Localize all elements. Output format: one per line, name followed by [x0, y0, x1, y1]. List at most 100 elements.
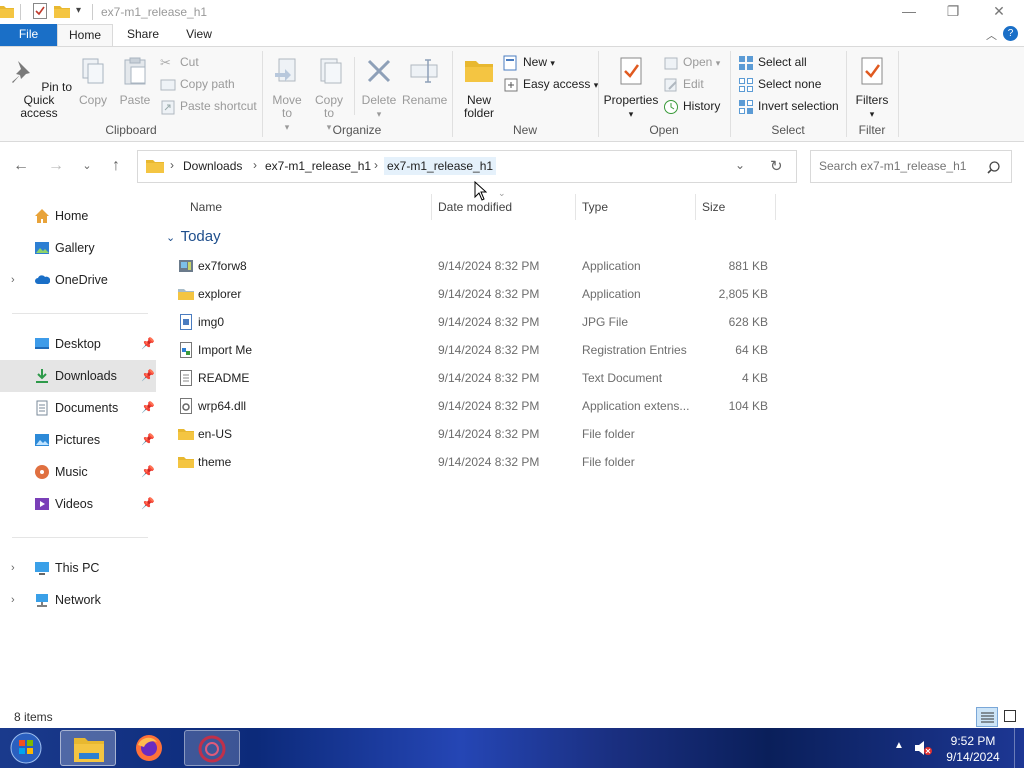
forward-button[interactable]: → [44, 156, 68, 176]
cut-button[interactable]: ✂ Cut [160, 53, 199, 73]
select-all-button[interactable]: Select all [738, 53, 807, 73]
address-bar[interactable]: › Downloads › ex7-m1_release_h1 › ex7-m1… [137, 150, 797, 183]
file-row[interactable]: explorer 9/14/2024 8:32 PM Application 2… [176, 280, 776, 308]
edit-button[interactable]: Edit [663, 75, 704, 95]
pin-icon[interactable]: 📌 [141, 328, 155, 360]
pin-icon[interactable]: 📌 [141, 488, 155, 520]
taskbar-file-explorer[interactable] [60, 730, 116, 766]
refresh-icon[interactable]: ↻ [770, 157, 783, 175]
nav-item-gallery[interactable]: Gallery [0, 232, 156, 264]
search-input[interactable] [819, 159, 979, 173]
delete-button[interactable]: Delete ▾ [360, 55, 398, 121]
collapse-ribbon-icon[interactable]: ︿ [986, 27, 997, 43]
nav-item-downloads[interactable]: Downloads 📌 [0, 360, 156, 392]
breadcrumb-current[interactable]: ex7-m1_release_h1 [384, 157, 497, 175]
expand-chevron-icon[interactable]: › [11, 552, 15, 584]
invert-selection-icon [739, 100, 753, 114]
maximize-button[interactable]: ❐ [930, 0, 976, 24]
file-name: img0 [198, 315, 225, 329]
paste-shortcut-button[interactable]: Paste shortcut [160, 97, 257, 117]
help-icon[interactable]: ? [1003, 26, 1018, 41]
text-file-icon [180, 370, 192, 386]
file-row[interactable]: README 9/14/2024 8:32 PM Text Document 4… [176, 364, 776, 392]
new-folder-button[interactable]: New folder [458, 55, 500, 120]
nav-item-onedrive[interactable]: › OneDrive [0, 264, 156, 296]
details-view-button[interactable] [976, 707, 998, 727]
column-separator[interactable] [695, 194, 696, 220]
properties-button[interactable]: Properties ▾ [602, 55, 660, 121]
open-button[interactable]: Open ▾ [663, 53, 720, 73]
copy-path-button[interactable]: Copy path [160, 75, 235, 95]
file-row[interactable]: img0 9/14/2024 8:32 PM JPG File 628 KB [176, 308, 776, 336]
file-row[interactable]: Import Me 9/14/2024 8:32 PM Registration… [176, 336, 776, 364]
breadcrumb-item[interactable]: Downloads [183, 159, 242, 173]
recent-locations-button[interactable]: ⌄ [75, 156, 99, 176]
nav-item-documents[interactable]: Documents 📌 [0, 392, 156, 424]
nav-divider [12, 313, 148, 314]
column-separator[interactable] [431, 194, 432, 220]
search-box[interactable] [810, 150, 1012, 183]
expand-chevron-icon[interactable]: › [11, 264, 15, 296]
column-header-name[interactable]: Name [190, 200, 222, 214]
nav-item-videos[interactable]: Videos 📌 [0, 488, 156, 520]
edit-label: Edit [683, 77, 704, 91]
tab-home[interactable]: Home [57, 24, 113, 47]
rename-button[interactable]: Rename [402, 55, 447, 107]
group-collapse-chevron-icon[interactable]: ⌄ [166, 232, 175, 244]
breadcrumb-item[interactable]: ex7-m1_release_h1 [265, 159, 371, 173]
file-row[interactable]: ex7forw8 9/14/2024 8:32 PM Application 8… [176, 252, 776, 280]
speaker-muted-icon[interactable] [914, 740, 932, 756]
qat-dropdown-icon[interactable]: ▾ [76, 5, 81, 16]
breadcrumb-chevron-icon[interactable]: › [253, 158, 257, 172]
taskbar-firefox[interactable] [122, 730, 178, 766]
column-separator[interactable] [575, 194, 576, 220]
large-icons-view-button[interactable] [1000, 707, 1020, 727]
nav-item-desktop[interactable]: Desktop 📌 [0, 328, 156, 360]
address-history-dropdown-icon[interactable]: ⌄ [735, 158, 745, 172]
nav-item-pictures[interactable]: Pictures 📌 [0, 424, 156, 456]
nav-item-this-pc[interactable]: › This PC [0, 552, 156, 584]
column-header-size[interactable]: Size [702, 200, 725, 214]
close-button[interactable]: ✕ [976, 0, 1022, 24]
copy-button[interactable]: Copy [76, 55, 110, 107]
up-button[interactable]: ↑ [104, 156, 128, 176]
breadcrumb-chevron-icon[interactable]: › [374, 158, 378, 172]
tab-view[interactable]: View [174, 24, 224, 46]
nav-item-network[interactable]: › Network [0, 584, 156, 616]
back-button[interactable]: ← [9, 156, 33, 176]
file-row[interactable]: wrp64.dll 9/14/2024 8:32 PM Application … [176, 392, 776, 420]
breadcrumb-chevron-icon[interactable]: › [170, 158, 174, 172]
pin-icon[interactable]: 📌 [141, 456, 155, 488]
tab-file[interactable]: File [0, 24, 57, 46]
new-item-button[interactable]: New ▾ [503, 53, 555, 73]
tab-share[interactable]: Share [118, 24, 168, 46]
new-folder-qat-icon[interactable] [54, 4, 70, 18]
pin-to-quick-access-button[interactable]: Pin to Quick access [4, 55, 74, 120]
group-header-today[interactable]: ⌄ Today [166, 228, 221, 245]
taskbar-app[interactable] [184, 730, 240, 766]
filters-button[interactable]: Filters ▾ [850, 55, 894, 121]
paste-button[interactable]: Paste [117, 55, 153, 107]
show-hidden-icons-icon[interactable]: ▲ [894, 740, 904, 751]
pin-icon[interactable]: 📌 [141, 424, 155, 456]
column-header-date[interactable]: Date modified [438, 200, 512, 214]
column-header-type[interactable]: Type [582, 200, 608, 214]
show-desktop-button[interactable] [1014, 728, 1024, 768]
properties-qat-icon[interactable] [33, 3, 47, 19]
nav-item-music[interactable]: Music 📌 [0, 456, 156, 488]
file-row[interactable]: theme 9/14/2024 8:32 PM File folder [176, 448, 776, 476]
select-none-button[interactable]: Select none [738, 75, 821, 95]
expand-chevron-icon[interactable]: › [11, 584, 15, 616]
pin-icon[interactable]: 📌 [141, 360, 155, 392]
search-icon[interactable] [987, 161, 1000, 174]
invert-selection-button[interactable]: Invert selection [738, 97, 839, 117]
minimize-button[interactable]: — [886, 0, 932, 24]
easy-access-button[interactable]: Easy access ▾ [503, 75, 598, 95]
start-button[interactable] [4, 730, 48, 766]
history-button[interactable]: History [663, 97, 720, 117]
file-row[interactable]: en-US 9/14/2024 8:32 PM File folder [176, 420, 776, 448]
pin-icon[interactable]: 📌 [141, 392, 155, 424]
column-separator[interactable] [775, 194, 776, 220]
taskbar-clock[interactable]: 9:52 PM 9/14/2024 [940, 733, 1006, 765]
nav-item-home[interactable]: Home [0, 200, 156, 232]
